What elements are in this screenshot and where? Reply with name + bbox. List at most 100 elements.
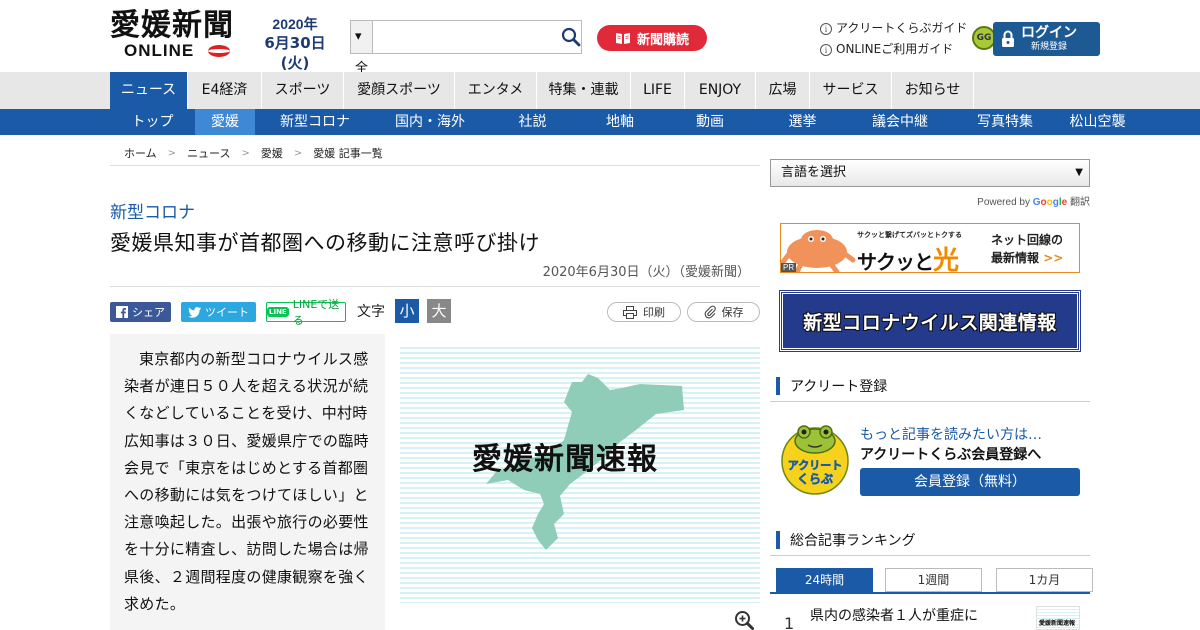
corona-banner-label: 新型コロナウイルス関連情報: [803, 311, 1057, 334]
logo-online-text: ONLINE: [124, 41, 195, 60]
facebook-icon: [116, 306, 128, 318]
svg-text:アクリート: アクリート: [788, 459, 842, 472]
main-nav-item[interactable]: ENJOY: [685, 72, 756, 109]
ad-banner-internet[interactable]: PR サクッと繋げてズバッとトクする サクッと光 ネット回線の 最新情報 >>: [780, 223, 1080, 273]
sub-nav-item[interactable]: トップ: [110, 109, 195, 135]
line-share-button[interactable]: LINE LINEで送る: [266, 298, 346, 327]
guide-link-label: アクリートくらぶガイド: [836, 21, 968, 35]
sub-nav-item[interactable]: 新型コロナ: [255, 109, 375, 135]
print-label: 印刷: [643, 306, 665, 319]
article-category[interactable]: 新型コロナ: [110, 198, 195, 223]
zoom-in-icon[interactable]: [734, 610, 754, 630]
ad-right-text: ネット回線の 最新情報 >>: [991, 231, 1063, 267]
save-label: 保存: [721, 306, 744, 319]
sub-nav-item[interactable]: 国内・海外: [375, 109, 485, 135]
ranking-tab-month[interactable]: 1カ月: [996, 568, 1093, 592]
info-icon: i: [820, 43, 832, 56]
guide-links: i アクリートくらぶガイド i ONLINEご利用ガイド: [820, 18, 967, 60]
article-photo[interactable]: 愛媛新聞速報: [400, 344, 760, 603]
guide-link-online[interactable]: i ONLINEご利用ガイド: [820, 39, 967, 60]
lock-icon: [1002, 30, 1014, 47]
breadcrumb-item[interactable]: ホーム: [124, 145, 157, 161]
language-select[interactable]: 言語を選択 ▼: [770, 159, 1090, 187]
font-small-button[interactable]: 小: [395, 299, 419, 323]
facebook-share-button[interactable]: シェア: [110, 302, 171, 322]
frog-mascot-icon: アクリート くらぶ: [781, 425, 849, 495]
guide-link-club[interactable]: i アクリートくらぶガイド: [820, 18, 967, 39]
translate-label[interactable]: 翻訳: [1070, 197, 1090, 208]
sub-nav: トップ 愛媛 新型コロナ 国内・海外 社説 地軸 動画 選挙 議会中継 写真特集 松山空襲: [0, 109, 1200, 135]
ranking-heading: 総合記事ランキング: [770, 524, 1090, 556]
main-nav-item[interactable]: 愛顔スポーツ: [344, 72, 455, 109]
ranking-item-title[interactable]: 県内の感染者１人が重症に: [810, 605, 978, 625]
twitter-share-button[interactable]: ツイート: [181, 302, 256, 322]
main-nav-item[interactable]: お知らせ: [892, 72, 974, 109]
search-button[interactable]: [561, 21, 581, 53]
breadcrumb-item[interactable]: ニュース: [187, 145, 230, 161]
sub-nav-item[interactable]: 愛媛: [195, 109, 255, 135]
breadcrumb-separator: >: [241, 147, 250, 159]
main-nav-item[interactable]: ニュース: [110, 72, 188, 109]
club-promo-text: もっと記事を読みたい方は…: [860, 427, 1042, 443]
ranking-tabs: 24時間 1週間 1カ月: [776, 568, 1107, 592]
sub-nav-item[interactable]: 選挙: [760, 109, 845, 135]
breadcrumb-separator: >: [293, 147, 303, 159]
search-input[interactable]: [373, 21, 561, 53]
share-label: LINEで送る: [292, 298, 340, 327]
main-nav-item[interactable]: 特集・連載: [537, 72, 631, 109]
ranking-tab-week[interactable]: 1週間: [885, 568, 982, 592]
main-nav-item[interactable]: エンタメ: [455, 72, 537, 109]
main-nav-item[interactable]: サービス: [810, 72, 892, 109]
font-size-label: 文字: [357, 304, 385, 320]
corona-info-banner[interactable]: 新型コロナウイルス関連情報: [779, 290, 1081, 352]
club-promo-link[interactable]: アクリートくらぶ会員登録へ: [860, 444, 1041, 464]
logo-english: ONLINE: [110, 42, 240, 60]
info-icon: i: [820, 22, 832, 35]
breadcrumb: ホーム > ニュース > 愛媛 > 愛媛 記事一覧: [110, 141, 760, 166]
share-label: シェア: [132, 306, 165, 319]
ad-arrows: >>: [1043, 251, 1064, 265]
article-byline: 2020年6月30日（火）（愛媛新聞）: [542, 265, 750, 280]
main-nav-item[interactable]: E4経済: [188, 72, 262, 109]
register-label: 新規登録: [1030, 42, 1067, 52]
ranking-number: 1: [784, 614, 795, 630]
subscribe-button[interactable]: 新聞購読: [597, 25, 707, 51]
search-bar: ▾ 全て: [350, 20, 582, 108]
print-button[interactable]: 印刷: [607, 302, 681, 322]
breadcrumb-item[interactable]: 愛媛: [261, 145, 283, 161]
sub-nav-item[interactable]: 動画: [660, 109, 760, 135]
ad-pr-label: PR: [781, 263, 797, 272]
login-button[interactable]: ログイン 新規登録: [993, 22, 1100, 56]
sub-nav-item[interactable]: 写真特集: [955, 109, 1055, 135]
sub-nav-item[interactable]: 地軸: [580, 109, 660, 135]
ad-right-line2-wrap: 最新情報 >>: [991, 249, 1063, 267]
ranking-divider: [770, 592, 1090, 594]
main-nav: ニュース E4経済 スポーツ 愛顔スポーツ エンタメ 特集・連載 LIFE ENJOY 広場 サー…: [0, 72, 1200, 109]
acculito-club-mascot[interactable]: アクリート くらぶ: [780, 421, 850, 495]
ranking-thumbnail[interactable]: 愛媛新聞速報: [1036, 606, 1080, 630]
search-icon: [561, 27, 581, 47]
site-logo[interactable]: 愛媛新聞 ONLINE: [110, 10, 240, 62]
main-nav-item[interactable]: LIFE: [631, 72, 685, 109]
main-nav-item[interactable]: スポーツ: [262, 72, 344, 109]
save-button[interactable]: 保存: [687, 302, 760, 322]
member-register-button[interactable]: 会員登録（無料）: [860, 468, 1080, 496]
current-date: 2020年 6月30日(火): [250, 16, 340, 73]
printer-icon: [623, 305, 637, 319]
login-label: ログイン: [1021, 25, 1077, 41]
ad-headline-b: 光: [933, 246, 959, 273]
font-large-button[interactable]: 大: [427, 299, 451, 323]
google-logo[interactable]: Google: [1033, 197, 1067, 208]
photo-caption: 愛媛新聞速報: [472, 442, 658, 477]
main-nav-list: ニュース E4経済 スポーツ 愛顔スポーツ エンタメ 特集・連載 LIFE ENJOY 広場 サー…: [110, 72, 974, 109]
login-text: ログイン 新規登録: [1021, 25, 1077, 53]
sub-nav-item[interactable]: 松山空襲: [1055, 109, 1140, 135]
sub-nav-item[interactable]: 議会中継: [845, 109, 955, 135]
search-scope-select[interactable]: ▾ 全て: [351, 21, 373, 108]
sub-nav-item[interactable]: 社説: [485, 109, 580, 135]
guide-link-label: ONLINEご利用ガイド: [836, 42, 954, 56]
ad-right-line2: 最新情報: [991, 251, 1040, 265]
date-day: 6月30日(火): [264, 34, 326, 72]
main-nav-item[interactable]: 広場: [756, 72, 810, 109]
ranking-tab-24h[interactable]: 24時間: [776, 568, 873, 592]
